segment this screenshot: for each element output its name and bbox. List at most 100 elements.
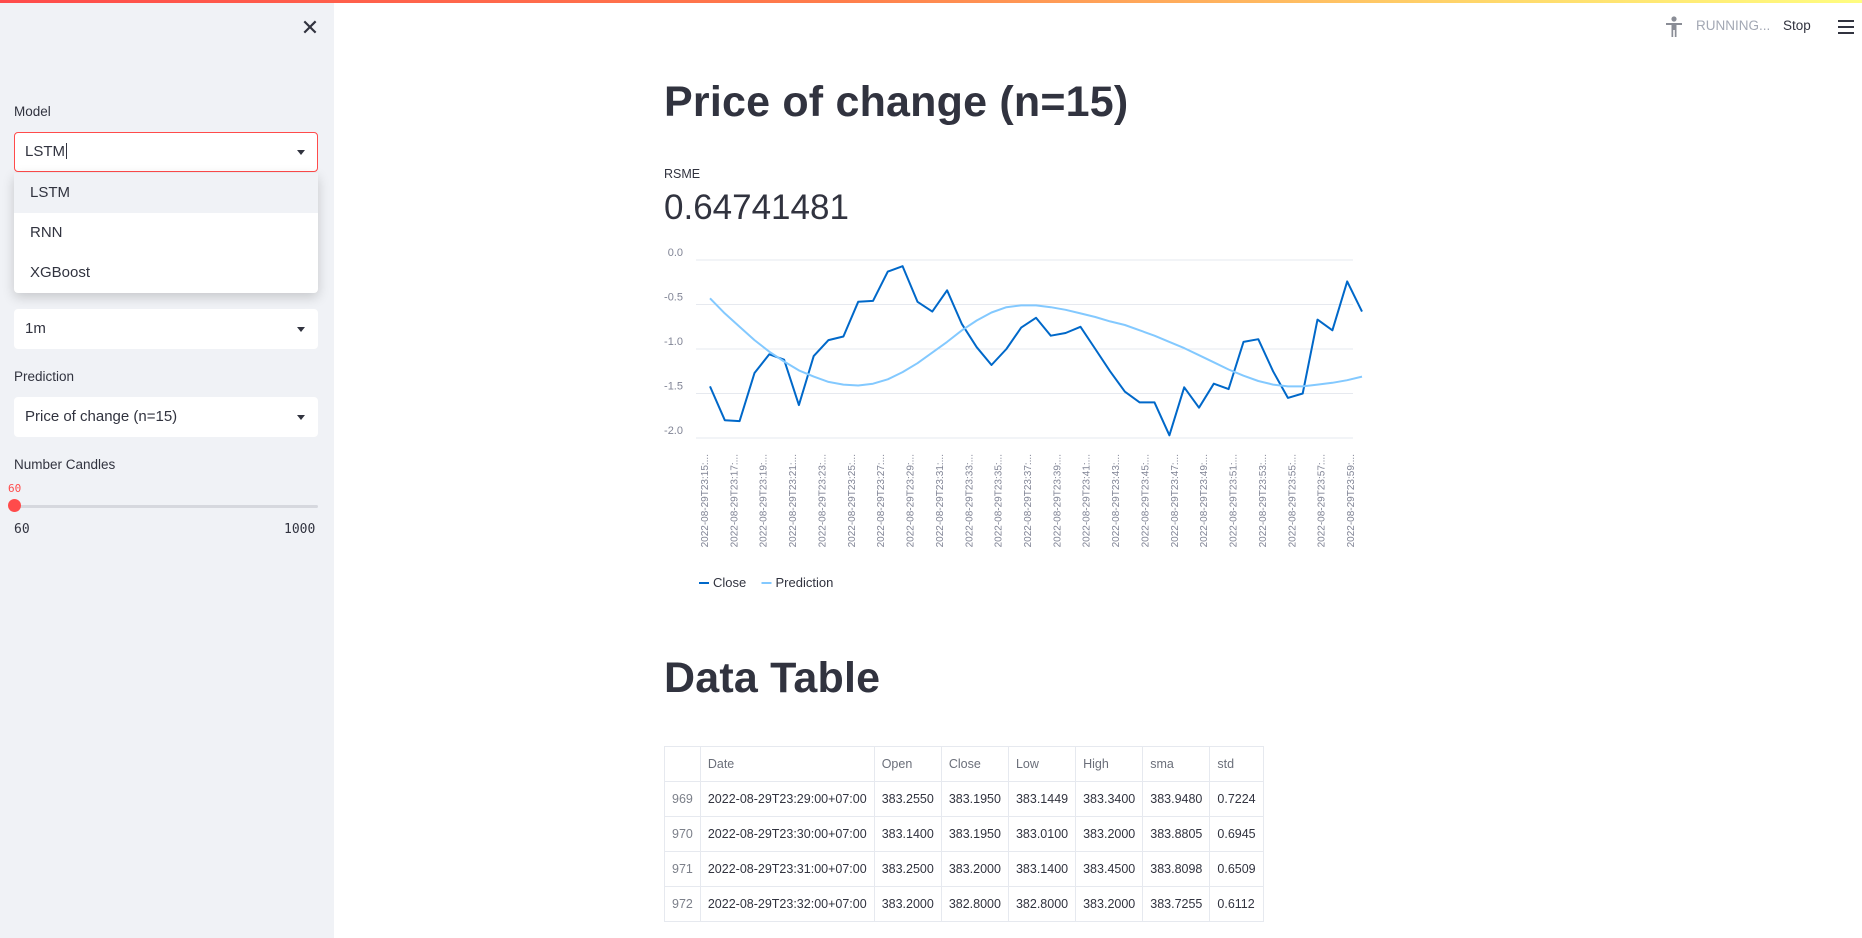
x-tick-label: 2022-08-29T23:57:...: [1317, 454, 1328, 547]
row-index-cell[interactable]: 970: [664, 816, 701, 852]
slider-max-label: 1000: [284, 522, 316, 537]
table-row[interactable]: 970 2022-08-29T23:30:00+07:00 383.1400 383.…: [664, 816, 1264, 852]
sidebar: ✕ Model LSTM LSTM RNN XGBoost 1m Predict…: [0, 0, 334, 938]
table-cell[interactable]: 382.8000: [1007, 886, 1077, 922]
table-cell[interactable]: 0.6509: [1209, 851, 1264, 887]
x-tick-label: 2022-08-29T23:29:...: [906, 454, 917, 547]
table-cell[interactable]: 383.2000: [940, 851, 1009, 887]
x-tick-label: 2022-08-29T23:17:...: [729, 454, 740, 547]
model-dropdown-menu: LSTM RNN XGBoost: [14, 173, 318, 293]
close-icon[interactable]: ✕: [298, 16, 322, 40]
table-cell[interactable]: 383.1400: [1007, 851, 1077, 887]
table-cell[interactable]: 383.3400: [1075, 781, 1144, 817]
prediction-label: Prediction: [14, 369, 75, 384]
x-tick-label: 2022-08-29T23:51:...: [1229, 454, 1240, 547]
y-tick-label: -1.0: [664, 336, 683, 348]
series-line-close: [709, 265, 1363, 437]
dropdown-option-lstm[interactable]: LSTM: [14, 173, 318, 213]
column-header[interactable]: Close: [940, 746, 1009, 782]
data-table-title: Data Table: [664, 654, 881, 702]
y-tick-label: -2.0: [664, 425, 683, 437]
slider-min-label: 60: [14, 522, 30, 537]
table-cell[interactable]: 383.2500: [873, 851, 942, 887]
table-cell[interactable]: 383.2000: [873, 886, 942, 922]
x-tick-label: 2022-08-29T23:55:...: [1287, 454, 1298, 547]
table-row[interactable]: 972 2022-08-29T23:32:00+07:00 383.2000 382.…: [664, 886, 1264, 922]
model-label: Model: [14, 104, 51, 119]
legend-label-close: Close: [713, 575, 746, 590]
model-select[interactable]: LSTM: [14, 132, 318, 172]
chevron-down-icon: [297, 150, 305, 155]
table-cell[interactable]: 383.1950: [940, 816, 1009, 852]
time-frame-select[interactable]: 1m: [14, 309, 318, 349]
table-header-row: Date Open Close Low High sma std: [664, 746, 1264, 782]
x-tick-label: 2022-08-29T23:25:...: [847, 454, 858, 547]
table-cell[interactable]: 383.1950: [940, 781, 1009, 817]
table-cell[interactable]: 383.2000: [1075, 886, 1144, 922]
table-cell[interactable]: 383.1400: [873, 816, 942, 852]
y-tick-label: -0.5: [664, 292, 683, 304]
table-cell[interactable]: 383.9480: [1142, 781, 1211, 817]
column-header[interactable]: sma: [1142, 746, 1211, 782]
y-tick-label: -1.5: [664, 381, 683, 393]
table-cell[interactable]: 383.7255: [1142, 886, 1211, 922]
table-cell[interactable]: 383.4500: [1075, 851, 1144, 887]
number-candles-slider-track[interactable]: [14, 505, 318, 508]
x-tick-label: 2022-08-29T23:33:...: [964, 454, 975, 547]
model-select-value: LSTM: [25, 143, 66, 160]
table-row[interactable]: 969 2022-08-29T23:29:00+07:00 383.2550 383.…: [664, 781, 1264, 817]
data-table[interactable]: Date Open Close Low High sma std 969 2022-08-29…: [664, 746, 1264, 922]
column-header[interactable]: High: [1075, 746, 1144, 782]
x-tick-label: 2022-08-29T23:27:...: [876, 454, 887, 547]
number-candles-label: Number Candles: [14, 457, 116, 472]
table-cell[interactable]: 383.2000: [1075, 816, 1144, 852]
table-cell[interactable]: 2022-08-29T23:30:00+07:00: [699, 816, 875, 852]
line-chart: 0.0 -0.5 -1.0 -1.5 -2.0 2022-08-29T23:15:... 2…: [664, 248, 1363, 590]
table-row[interactable]: 971 2022-08-29T23:31:00+07:00 383.2500 383.…: [664, 851, 1264, 887]
table-cell[interactable]: 383.1449: [1007, 781, 1077, 817]
prediction-value: Price of change (n=15): [25, 408, 178, 425]
series-line-prediction: [709, 297, 1363, 388]
prediction-select[interactable]: Price of change (n=15): [14, 397, 318, 437]
table-cell[interactable]: 383.2550: [873, 781, 942, 817]
stop-button[interactable]: Stop: [1783, 18, 1811, 33]
number-candles-slider-thumb[interactable]: [8, 499, 21, 512]
column-header[interactable]: Date: [699, 746, 875, 782]
legend-label-prediction: Prediction: [776, 575, 834, 590]
chevron-down-icon: [297, 327, 305, 332]
x-tick-label: 2022-08-29T23:37:...: [1023, 454, 1034, 547]
table-cell[interactable]: 2022-08-29T23:32:00+07:00: [699, 886, 875, 922]
x-tick-label: 2022-08-29T23:45:...: [1140, 454, 1151, 547]
metric-value: 0.64741481: [664, 188, 849, 227]
dropdown-option-xgboost[interactable]: XGBoost: [14, 253, 318, 293]
y-tick-label: 0.0: [668, 248, 683, 259]
time-frame-value: 1m: [25, 320, 46, 337]
table-cell[interactable]: 383.8098: [1142, 851, 1211, 887]
row-index-cell[interactable]: 971: [664, 851, 701, 887]
table-cell[interactable]: 383.0100: [1007, 816, 1077, 852]
column-header[interactable]: Open: [873, 746, 942, 782]
column-header[interactable]: Low: [1007, 746, 1077, 782]
x-tick-label: 2022-08-29T23:53:...: [1258, 454, 1269, 547]
table-cell[interactable]: 382.8000: [940, 886, 1009, 922]
x-tick-label: 2022-08-29T23:49:...: [1199, 454, 1210, 547]
x-tick-label: 2022-08-29T23:15:...: [700, 454, 711, 547]
index-column-header[interactable]: [664, 746, 701, 782]
table-cell[interactable]: 2022-08-29T23:31:00+07:00: [699, 851, 875, 887]
accessibility-person-icon[interactable]: [1664, 16, 1684, 38]
table-cell[interactable]: 383.8805: [1142, 816, 1211, 852]
hamburger-menu-icon[interactable]: [1838, 20, 1854, 34]
chevron-down-icon: [297, 415, 305, 420]
slider-current-value: 60: [8, 482, 22, 495]
table-cell[interactable]: 0.6945: [1209, 816, 1264, 852]
row-index-cell[interactable]: 972: [664, 886, 701, 922]
table-cell[interactable]: 0.6112: [1209, 886, 1264, 922]
x-tick-label: 2022-08-29T23:43:...: [1111, 454, 1122, 547]
running-status: RUNNING...: [1696, 18, 1771, 33]
table-cell[interactable]: 0.7224: [1209, 781, 1264, 817]
running-progress-bar: [0, 0, 1862, 3]
column-header[interactable]: std: [1209, 746, 1264, 782]
row-index-cell[interactable]: 969: [664, 781, 701, 817]
table-cell[interactable]: 2022-08-29T23:29:00+07:00: [699, 781, 875, 817]
dropdown-option-rnn[interactable]: RNN: [14, 213, 318, 253]
